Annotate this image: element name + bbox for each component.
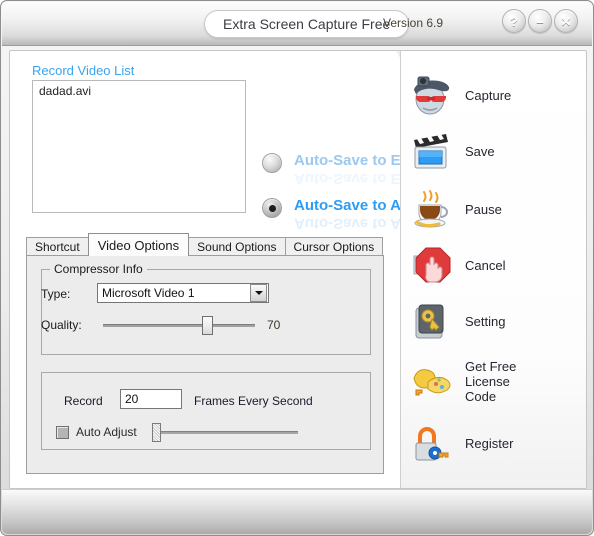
version-label: Version 6.9	[383, 16, 444, 30]
title-bar: Extra Screen Capture Free Version 6.9 ? …	[2, 2, 592, 46]
sidebar-item-get-free-license-code-label: Get Free License Code	[465, 358, 517, 404]
sidebar-item-capture[interactable]: Capture	[407, 69, 583, 121]
sidebar-item-save-label: Save	[465, 143, 495, 159]
sidebar-item-setting[interactable]: Setting	[407, 295, 583, 347]
codec-type-value: Microsoft Video 1	[102, 286, 195, 300]
sidebar-item-capture-label: Capture	[465, 87, 512, 103]
radio-avi-text: Auto-Save to AVI Auto-Save to AVI	[294, 196, 415, 232]
sidebar-item-get-free-license-code[interactable]: Get Free License Code	[407, 351, 583, 411]
auto-adjust-slider-track[interactable]	[152, 431, 298, 434]
tab-shortcut[interactable]: Shortcut	[26, 237, 89, 256]
tab-page-video-options: Compressor Info Type: Microsoft Video 1 …	[26, 255, 384, 474]
record-video-list[interactable]: dadad.avi	[32, 80, 246, 213]
quality-label: Quality:	[41, 318, 82, 332]
fps-input[interactable]: 20	[120, 389, 182, 409]
options-tab-control: Shortcut Video Options Sound Options Cur…	[26, 233, 384, 474]
help-icon[interactable]: ?	[502, 9, 526, 33]
key-plate-icon	[407, 297, 455, 345]
window-footer	[2, 489, 592, 534]
chevron-down-icon[interactable]	[250, 284, 267, 302]
action-sidebar: Capture Save Pause Cancel Setting Get Fr…	[400, 51, 586, 488]
sidebar-item-cancel[interactable]: Cancel	[407, 239, 583, 291]
sidebar-item-register[interactable]: Register	[407, 417, 583, 469]
tab-video-options-label: Video Options	[97, 237, 180, 253]
tab-sound-options[interactable]: Sound Options	[188, 237, 286, 256]
close-icon[interactable]: ✕	[554, 9, 578, 33]
compressor-info-legend: Compressor Info	[50, 262, 147, 276]
auto-adjust-checkbox[interactable]	[56, 426, 69, 439]
auto-adjust-slider-thumb[interactable]	[152, 423, 161, 442]
app-title: Extra Screen Capture Free	[204, 10, 410, 38]
sidebar-item-register-label: Register	[465, 435, 514, 451]
radio-exe-indicator[interactable]	[262, 153, 282, 173]
sidebar-item-save[interactable]: Save	[407, 125, 583, 177]
record-label: Record	[64, 394, 103, 408]
sidebar-item-setting-label: Setting	[465, 313, 506, 329]
auto-adjust-slider[interactable]	[152, 423, 298, 442]
tab-shortcut-label: Shortcut	[35, 240, 80, 254]
codec-type-dropdown[interactable]: Microsoft Video 1	[97, 283, 269, 303]
tab-cursor-options[interactable]: Cursor Options	[284, 237, 384, 256]
capture-head-icon	[407, 71, 455, 119]
auto-adjust-label: Auto Adjust	[76, 425, 137, 439]
sidebar-item-pause-label: Pause	[465, 201, 502, 217]
radio-auto-save-exe[interactable]: Auto-Save to EXE Auto-Save to EXE	[262, 151, 421, 187]
coffee-cup-icon	[407, 185, 455, 233]
stop-hand-icon	[407, 241, 455, 289]
compressor-info-group: Compressor Info	[41, 262, 371, 355]
fps-input-value: 20	[125, 392, 139, 406]
quality-value: 70	[267, 318, 281, 332]
quality-slider-track[interactable]	[103, 324, 255, 327]
sidebar-item-pause[interactable]: Pause	[407, 183, 583, 235]
film-clapper-icon	[407, 127, 455, 175]
tab-video-options[interactable]: Video Options	[87, 233, 190, 256]
type-label: Type:	[41, 287, 71, 301]
radio-avi-label: Auto-Save to AVI	[294, 197, 415, 214]
tab-strip: Shortcut Video Options Sound Options Cur…	[26, 233, 384, 256]
app-title-text: Extra Screen Capture Free	[223, 16, 391, 32]
radio-avi-reflection: Auto-Save to AVI	[294, 215, 415, 232]
quality-slider-thumb[interactable]	[202, 316, 213, 335]
record-video-list-label: Record Video List	[32, 63, 135, 78]
tab-sound-options-label: Sound Options	[197, 240, 277, 254]
close-glyph: ✕	[560, 13, 572, 29]
fps-suffix-label: Frames Every Second	[194, 394, 313, 408]
radio-auto-save-avi[interactable]: Auto-Save to AVI Auto-Save to AVI	[262, 196, 415, 232]
radio-avi-indicator[interactable]	[262, 198, 282, 218]
minimize-icon[interactable]: –	[528, 9, 552, 33]
frame-rate-group: Record 20 Frames Every Second Auto Adjus…	[41, 372, 371, 450]
application-window: Extra Screen Capture Free Version 6.9 ? …	[0, 0, 594, 536]
padlock-key-icon	[407, 419, 455, 467]
quality-slider[interactable]	[103, 316, 255, 335]
sidebar-item-cancel-label: Cancel	[465, 257, 506, 273]
gold-key-icon	[407, 357, 455, 405]
main-content-area: Record Video List dadad.avi Auto-Save to…	[9, 50, 587, 489]
help-glyph: ?	[510, 13, 518, 29]
list-item[interactable]: dadad.avi	[33, 81, 245, 98]
tab-cursor-options-label: Cursor Options	[293, 240, 375, 254]
minimize-glyph: –	[536, 13, 544, 29]
